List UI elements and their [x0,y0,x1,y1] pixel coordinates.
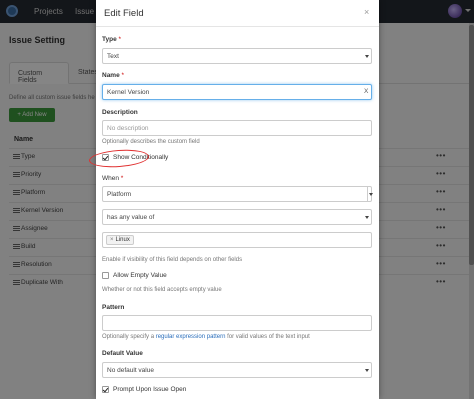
dialog-divider [96,26,379,27]
allow-empty-help: Whether or not this field accepts empty … [102,287,222,293]
chevron-down-icon [365,55,369,58]
name-label: Name * [102,72,125,79]
default-value-selected: No default value [107,367,154,374]
tag-label: Linux [115,237,130,243]
chevron-down-icon [365,369,369,372]
type-select-value: Text [107,53,119,60]
prompt-upon-open-label: Prompt Upon Issue Open [113,386,187,393]
when-field-select[interactable]: Platform [102,186,373,202]
default-value-select[interactable]: No default value [102,362,372,378]
pattern-help: Optionally specify a regular expression … [102,334,310,340]
regex-help-link[interactable]: regular expression pattern [156,334,226,340]
when-operator-select[interactable]: has any value of [102,209,372,225]
pattern-input[interactable] [102,315,372,331]
remove-tag-icon[interactable]: × [110,237,114,243]
when-operator-value: has any value of [107,214,155,221]
close-icon[interactable]: × [364,7,369,17]
when-label: When * [102,175,124,182]
edit-field-dialog: Edit Field × Type * Text Name * Kernel V… [96,0,379,399]
when-values-input[interactable]: × Linux [102,232,372,248]
description-placeholder: No description [107,125,149,132]
clear-input-icon[interactable]: X [364,88,368,95]
description-help: Optionally describes the custom field [102,139,200,145]
description-label: Description [102,109,138,116]
allow-empty-label: Allow Empty Value [113,272,167,279]
dialog-title: Edit Field [104,8,144,19]
pattern-label: Pattern [102,304,125,311]
default-value-label: Default Value [102,350,143,357]
name-input-value: Kernel Version [107,89,150,96]
value-tag: × Linux [106,235,134,245]
when-help: Enable if visibility of this field depen… [102,257,243,263]
checkbox-unchecked-icon[interactable] [102,272,109,279]
checkbox-checked-icon[interactable] [102,386,109,393]
chevron-down-icon [365,216,369,219]
type-label: Type * [102,36,122,43]
chevron-down-icon [367,187,373,201]
type-select[interactable]: Text [102,48,372,64]
when-field-value: Platform [107,191,132,198]
description-input[interactable]: No description [102,120,372,136]
name-input[interactable]: Kernel Version X [102,84,372,100]
